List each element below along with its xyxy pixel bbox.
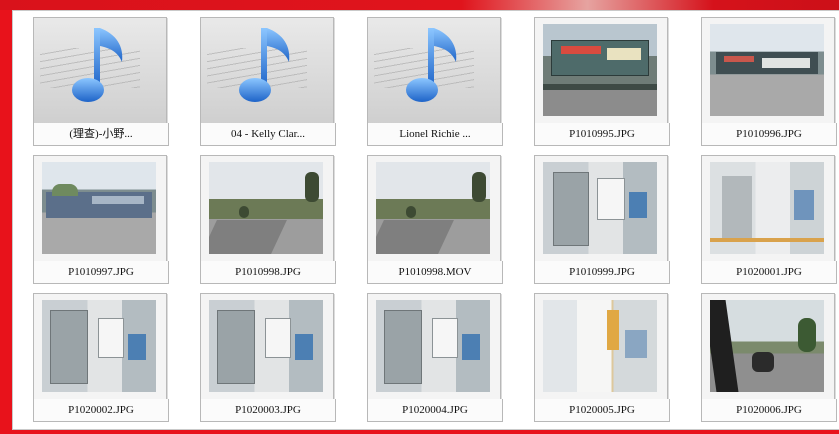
file-name[interactable]: P1020004.JPG — [367, 399, 503, 422]
file-name[interactable]: P1020002.JPG — [33, 399, 169, 422]
file-item[interactable]: 04 - Kelly Clar... — [198, 17, 348, 155]
file-thumbnail[interactable] — [200, 293, 334, 401]
file-item[interactable]: P1010998.MOV — [365, 155, 515, 293]
file-thumbnail[interactable] — [534, 155, 668, 263]
file-name[interactable]: P1010997.JPG — [33, 261, 169, 284]
file-item[interactable]: (理查)-小野... — [31, 17, 181, 155]
photo-thumbnail — [209, 162, 323, 254]
file-item[interactable]: P1010999.JPG — [532, 155, 682, 293]
video-thumbnail — [376, 162, 490, 254]
file-thumbnail[interactable] — [367, 293, 501, 401]
photo-thumbnail — [376, 300, 490, 392]
file-thumbnail[interactable] — [534, 17, 668, 125]
photo-thumbnail — [710, 162, 824, 254]
music-note-icon — [239, 28, 290, 102]
file-name[interactable]: P1020001.JPG — [701, 261, 837, 284]
file-item[interactable]: P1020003.JPG — [198, 293, 348, 429]
file-item[interactable]: P1020004.JPG — [365, 293, 515, 429]
file-thumbnail[interactable] — [367, 17, 501, 125]
file-name[interactable]: P1010995.JPG — [534, 123, 670, 146]
file-item[interactable]: P1010998.JPG — [198, 155, 348, 293]
file-thumbnail[interactable] — [200, 17, 334, 125]
file-thumbnail[interactable] — [701, 17, 835, 125]
photo-thumbnail — [42, 300, 156, 392]
file-view-pane: (理查)-小野... 04 - Kelly Clar... Lionel Ric… — [12, 10, 839, 430]
file-name[interactable]: P1020005.JPG — [534, 399, 670, 422]
file-name[interactable]: P1020006.JPG — [701, 399, 837, 422]
music-note-icon — [72, 28, 123, 102]
file-thumbnail[interactable] — [33, 293, 167, 401]
photo-thumbnail — [710, 300, 824, 392]
photo-thumbnail — [543, 24, 657, 116]
file-thumbnail[interactable] — [200, 155, 334, 263]
music-note-icon — [406, 28, 457, 102]
file-item[interactable]: P1010995.JPG — [532, 17, 682, 155]
file-name[interactable]: (理查)-小野... — [33, 123, 169, 146]
thumbnail-grid: (理查)-小野... 04 - Kelly Clar... Lionel Ric… — [31, 17, 839, 429]
file-thumbnail[interactable] — [33, 155, 167, 263]
file-thumbnail[interactable] — [534, 293, 668, 401]
file-thumbnail[interactable] — [701, 155, 835, 263]
file-item[interactable]: Lionel Richie ... — [365, 17, 515, 155]
file-item[interactable]: P1020005.JPG — [532, 293, 682, 429]
file-name[interactable]: 04 - Kelly Clar... — [200, 123, 336, 146]
file-name[interactable]: P1010996.JPG — [701, 123, 837, 146]
file-item[interactable]: P1010996.JPG — [699, 17, 839, 155]
file-item[interactable]: P1020001.JPG — [699, 155, 839, 293]
window-top-strip — [0, 0, 839, 10]
photo-thumbnail — [543, 300, 657, 392]
photo-thumbnail — [710, 24, 824, 116]
photo-thumbnail — [42, 162, 156, 254]
file-name[interactable]: P1010999.JPG — [534, 261, 670, 284]
file-item[interactable]: P1010997.JPG — [31, 155, 181, 293]
photo-thumbnail — [543, 162, 657, 254]
file-thumbnail[interactable] — [701, 293, 835, 401]
file-thumbnail[interactable] — [367, 155, 501, 263]
file-item[interactable]: P1020002.JPG — [31, 293, 181, 429]
file-thumbnail[interactable] — [33, 17, 167, 125]
file-name[interactable]: P1020003.JPG — [200, 399, 336, 422]
photo-thumbnail — [209, 300, 323, 392]
file-name[interactable]: P1010998.JPG — [200, 261, 336, 284]
file-item[interactable]: P1020006.JPG — [699, 293, 839, 429]
file-name[interactable]: P1010998.MOV — [367, 261, 503, 284]
file-name[interactable]: Lionel Richie ... — [367, 123, 503, 146]
